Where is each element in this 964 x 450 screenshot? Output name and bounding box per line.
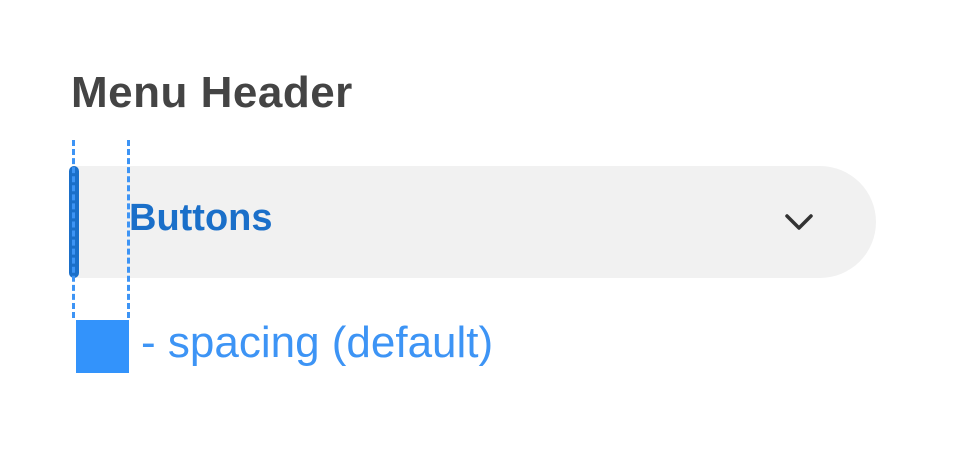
menu-item-label: Buttons <box>129 197 273 239</box>
menu-header: Menu Header <box>71 68 353 117</box>
spacing-legend-swatch <box>76 320 129 373</box>
spacing-legend-text: - spacing (default) <box>141 318 494 367</box>
spacing-guide-left <box>72 140 75 318</box>
spacing-guide-right <box>127 140 130 318</box>
chevron-down-icon[interactable] <box>784 212 814 232</box>
